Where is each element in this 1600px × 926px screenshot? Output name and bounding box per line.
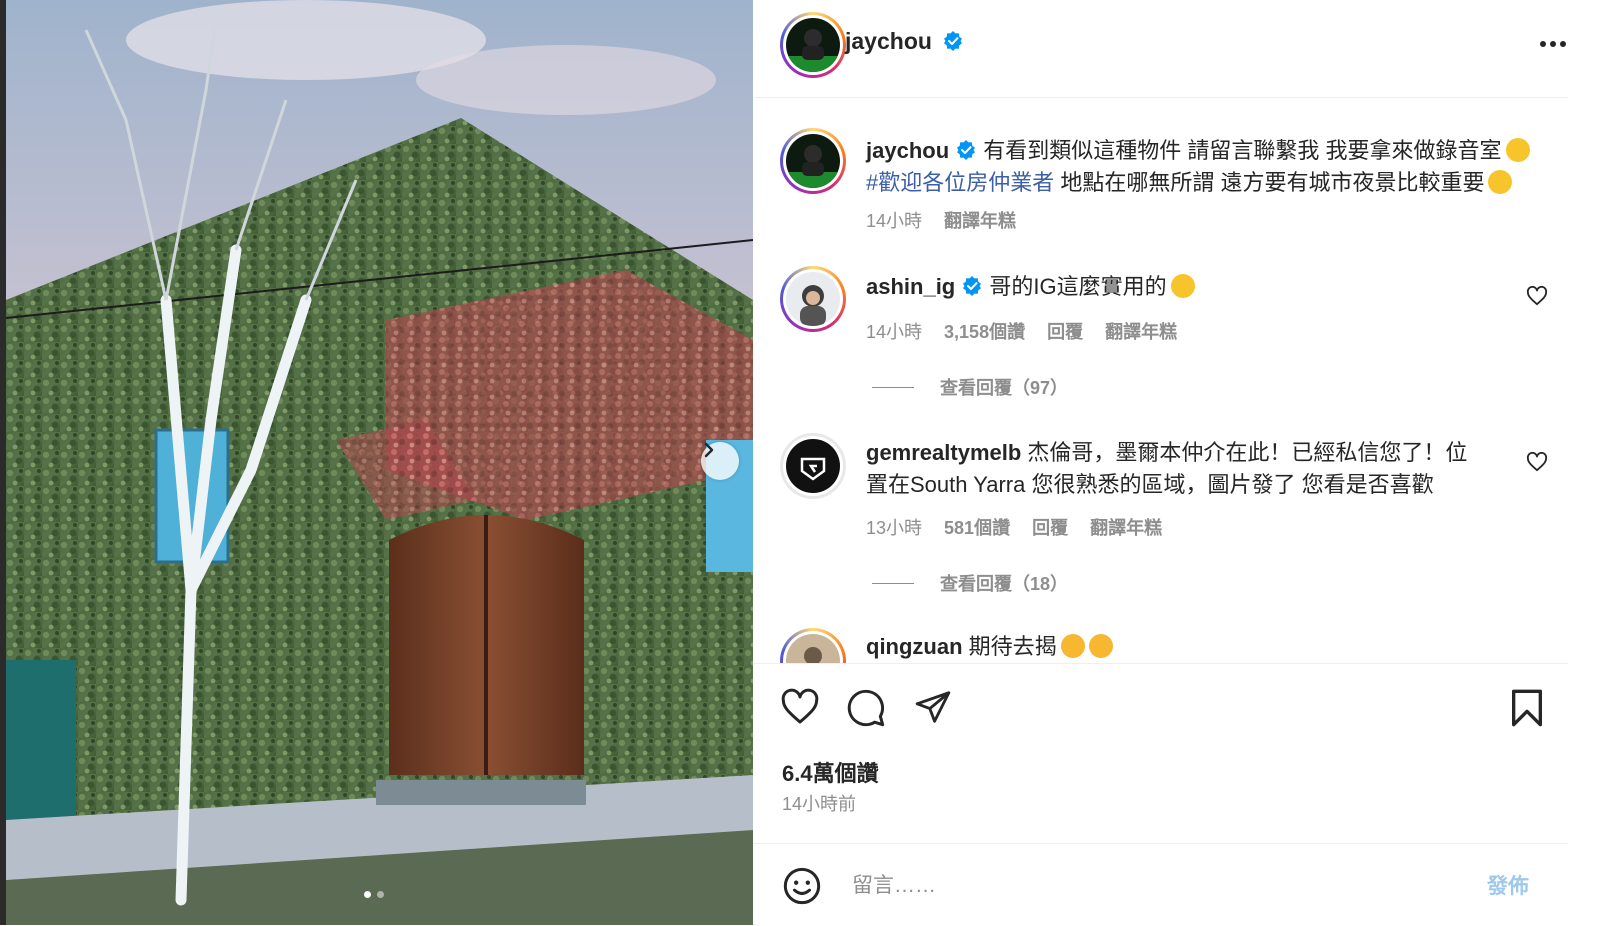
- comment-like-button[interactable]: [1526, 285, 1548, 311]
- comment-username[interactable]: qingzuan: [866, 634, 963, 659]
- comment-bubble-icon: [847, 689, 885, 727]
- comment-time: 13小時: [866, 518, 923, 538]
- save-button[interactable]: [1510, 688, 1544, 733]
- comment-text: qingzuan 期待去揭: [866, 631, 1506, 663]
- rofl-emoji-icon: [1505, 138, 1530, 162]
- heart-outline-icon: [1526, 451, 1548, 472]
- share-button[interactable]: [914, 688, 952, 731]
- post-photo[interactable]: [6, 0, 753, 925]
- chevron-right-icon: [704, 442, 714, 458]
- avatar-image: [786, 634, 840, 663]
- like-button[interactable]: [780, 688, 820, 731]
- comment-body-line2: 置在South Yarra 您很熟悉的區域，圖片發了 您看是否喜歡: [866, 472, 1434, 497]
- comment-likes[interactable]: 581個讚: [944, 514, 1010, 540]
- comment-likes[interactable]: 3,158個讚: [944, 318, 1025, 344]
- comment-button[interactable]: [846, 688, 886, 733]
- comment-composer: 發佈: [754, 843, 1568, 926]
- caption-text: jaychou 有看到類似這種物件 請留言聯繫我 我要拿來做錄音室 #歡迎各位房…: [866, 135, 1566, 199]
- emoji-picker-button[interactable]: [782, 866, 822, 911]
- carousel-dot-active: [364, 891, 371, 898]
- translate-link[interactable]: 翻譯年糕: [1105, 318, 1177, 344]
- author-username[interactable]: jaychou: [845, 28, 932, 54]
- comments-list[interactable]: jaychou 有看到類似這種物件 請留言聯繫我 我要拿來做錄音室 #歡迎各位房…: [754, 98, 1568, 663]
- likes-count[interactable]: 6.4萬個讚: [782, 756, 879, 788]
- comment-input[interactable]: [850, 868, 1454, 904]
- verified-badge-icon: [963, 276, 982, 296]
- view-replies-label: 查看回覆（97）: [940, 378, 1069, 398]
- g-logo-icon: [786, 439, 840, 493]
- comment-username[interactable]: gemrealtymelb: [866, 440, 1021, 465]
- replies-divider: [872, 386, 914, 388]
- post-header: jaychou: [754, 0, 1568, 98]
- caption-username[interactable]: jaychou: [866, 138, 949, 163]
- reply-button[interactable]: 回覆: [1032, 514, 1068, 540]
- carousel-indicator: [364, 891, 384, 898]
- rofl-emoji-icon: [1488, 170, 1513, 194]
- bookmark-icon: [1511, 689, 1542, 727]
- comment-avatar[interactable]: [780, 433, 846, 499]
- next-photo-button[interactable]: [701, 442, 739, 480]
- view-replies-label: 查看回覆（18）: [940, 574, 1069, 594]
- comment-body-line1: 杰倫哥，墨爾本仲介在此！已經私信您了！位: [1027, 440, 1468, 465]
- more-horizontal-icon: [1540, 41, 1566, 47]
- verified-badge-icon: [957, 140, 976, 160]
- heart-outline-icon: [781, 688, 819, 724]
- author-avatar[interactable]: [780, 12, 846, 78]
- comment-text: gemrealtymelb 杰倫哥，墨爾本仲介在此！已經私信您了！位 置在Sou…: [866, 437, 1506, 501]
- avatar-image: [786, 18, 840, 72]
- post-comment-button[interactable]: 發佈: [1487, 870, 1529, 900]
- post-actions: 6.4萬個讚 14小時前: [754, 663, 1568, 844]
- comment-like-button[interactable]: [1526, 451, 1548, 477]
- rofl-emoji-icon: [1170, 274, 1195, 298]
- comment-username[interactable]: ashin_ig: [866, 274, 955, 299]
- post-side-panel: jaychou jaychou 有看到類似這種物件 請留言聯繫我 我要拿來做錄音…: [754, 0, 1568, 925]
- carousel-dot: [377, 891, 384, 898]
- page-margin: [1568, 0, 1600, 925]
- more-options-button[interactable]: [1539, 36, 1567, 54]
- heart-eyes-emoji-icon: [1088, 634, 1113, 658]
- smiley-icon: [783, 867, 821, 905]
- photo-illustration: [6, 0, 753, 925]
- view-replies-button[interactable]: 查看回覆（18）: [872, 570, 1068, 596]
- caption-time: 14小時: [866, 211, 923, 231]
- avatar-image: [786, 134, 840, 188]
- heart-outline-icon: [1526, 285, 1548, 306]
- caption-translate-link[interactable]: 翻譯年糕: [944, 207, 1016, 233]
- comment-avatar[interactable]: [780, 628, 846, 663]
- caption-line2: 地點在哪無所謂 遠方要有城市夜景比較重要: [1054, 170, 1485, 195]
- translate-link[interactable]: 翻譯年糕: [1090, 514, 1162, 540]
- comment-time: 14小時: [866, 322, 923, 342]
- comment-meta: 14小時 3,158個讚 回覆 翻譯年糕: [866, 318, 1177, 344]
- caption-avatar[interactable]: [780, 128, 846, 194]
- comment-body: 期待去揭: [968, 634, 1057, 659]
- comment-meta: 13小時 581個讚 回覆 翻譯年糕: [866, 514, 1162, 540]
- caption-hashtag[interactable]: #歡迎各位房仲業者: [866, 170, 1054, 195]
- view-replies-button[interactable]: 查看回覆（97）: [872, 374, 1068, 400]
- send-icon: [915, 691, 951, 723]
- caption-meta: 14小時 翻譯年糕: [866, 207, 1016, 233]
- caption-line1: 有看到類似這種物件 請留言聯繫我 我要拿來做錄音室: [983, 138, 1502, 163]
- comment-text: ashin_ig 哥的IG這麼實用的: [866, 271, 1506, 303]
- reply-button[interactable]: 回覆: [1047, 318, 1083, 344]
- comment-body: 哥的IG這麼實用的: [989, 274, 1167, 299]
- verified-badge-icon: [944, 31, 963, 51]
- avatar-image: [786, 272, 840, 326]
- post-time: 14小時前: [782, 794, 857, 814]
- heart-eyes-emoji-icon: [1060, 634, 1085, 658]
- comment-avatar[interactable]: [780, 266, 846, 332]
- replies-divider: [872, 582, 914, 584]
